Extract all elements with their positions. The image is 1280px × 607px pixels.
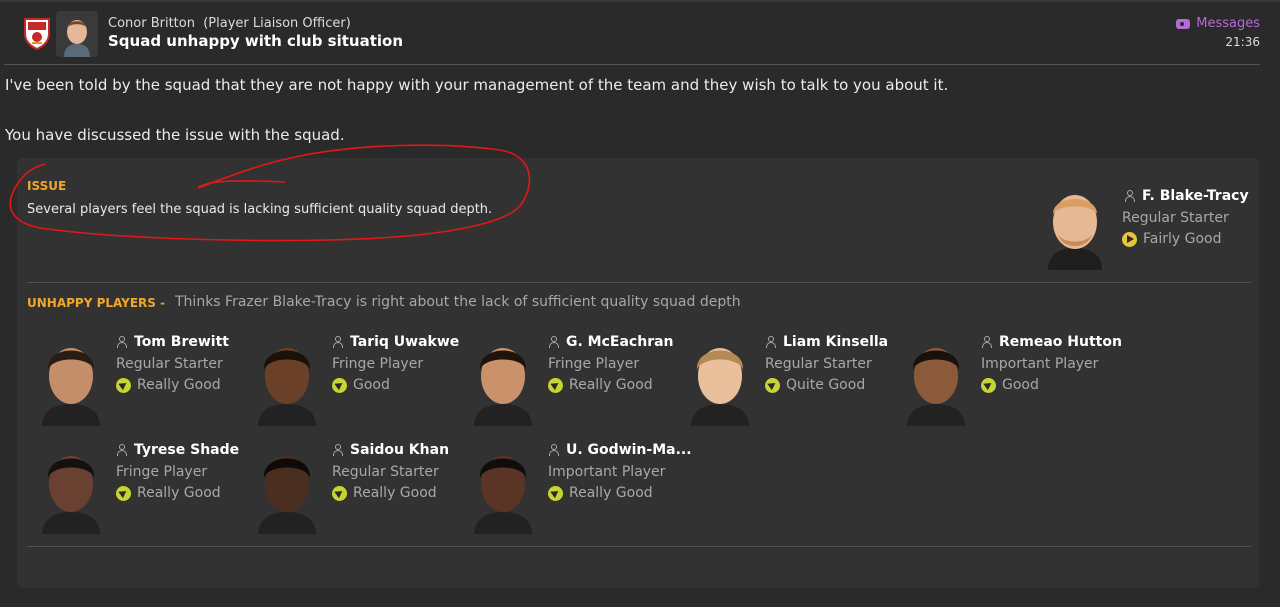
player-name[interactable]: U. Godwin-Ma... bbox=[548, 442, 692, 458]
player-rating: Good bbox=[332, 377, 390, 393]
player-photo bbox=[464, 442, 542, 534]
player-photo bbox=[248, 334, 326, 426]
player-rating: Quite Good bbox=[765, 377, 865, 393]
rating-arrow-icon bbox=[765, 377, 780, 393]
player-role: Regular Starter bbox=[332, 464, 439, 480]
player-rating: Good bbox=[981, 377, 1039, 393]
player-role: Important Player bbox=[981, 356, 1099, 372]
player-rating: Fairly Good bbox=[1122, 231, 1221, 247]
player-name[interactable]: Saidou Khan bbox=[332, 442, 449, 458]
header-divider bbox=[4, 64, 1260, 65]
player-rating: Really Good bbox=[548, 377, 653, 393]
featured-player[interactable]: F. Blake-Tracy Regular Starter Fairly Go… bbox=[1040, 184, 1255, 274]
person-icon bbox=[548, 444, 560, 456]
sender-avatar[interactable] bbox=[56, 11, 98, 57]
person-icon bbox=[332, 444, 344, 456]
player-card[interactable]: Remeao Hutton Important Player Good bbox=[897, 334, 1122, 426]
person-icon bbox=[981, 336, 993, 348]
player-rating: Really Good bbox=[116, 485, 221, 501]
player-card[interactable]: Tyrese Shade Fringe Player Really Good bbox=[32, 442, 242, 534]
section-divider bbox=[27, 282, 1251, 283]
player-role: Important Player bbox=[548, 464, 666, 480]
player-photo bbox=[681, 334, 759, 426]
messages-link[interactable]: Messages bbox=[1176, 16, 1260, 31]
rating-arrow-icon bbox=[116, 485, 131, 501]
rating-arrow-icon bbox=[548, 377, 563, 393]
player-rating: Really Good bbox=[548, 485, 653, 501]
rating-arrow-icon bbox=[332, 485, 347, 501]
issue-label: ISSUE bbox=[27, 179, 67, 193]
player-name[interactable]: F. Blake-Tracy bbox=[1124, 188, 1249, 204]
player-role: Regular Starter bbox=[116, 356, 223, 372]
issue-text: Several players feel the squad is lackin… bbox=[27, 202, 493, 217]
sender-name: Conor Britton bbox=[108, 16, 195, 31]
messages-label: Messages bbox=[1196, 16, 1260, 31]
club-crest-icon bbox=[22, 16, 52, 51]
player-photo bbox=[32, 334, 110, 426]
bottom-divider bbox=[27, 546, 1251, 547]
player-name[interactable]: Tom Brewitt bbox=[116, 334, 229, 350]
player-photo bbox=[464, 334, 542, 426]
message-time: 21:36 bbox=[1225, 35, 1260, 49]
player-card[interactable]: Tariq Uwakwe Fringe Player Good bbox=[248, 334, 459, 426]
player-role: Fringe Player bbox=[548, 356, 640, 372]
person-icon bbox=[332, 336, 344, 348]
player-role: Fringe Player bbox=[116, 464, 208, 480]
unhappy-players-description: Thinks Frazer Blake-Tracy is right about… bbox=[175, 294, 741, 310]
person-icon bbox=[548, 336, 560, 348]
player-card[interactable]: Tom Brewitt Regular Starter Really Good bbox=[32, 334, 242, 426]
player-name[interactable]: G. McEachran bbox=[548, 334, 674, 350]
sender-role: (Player Liaison Officer) bbox=[203, 16, 351, 31]
player-name[interactable]: Tariq Uwakwe bbox=[332, 334, 459, 350]
body-paragraph-1: I've been told by the squad that they ar… bbox=[5, 76, 949, 94]
player-photo bbox=[248, 442, 326, 534]
player-role: Fringe Player bbox=[332, 356, 424, 372]
player-name[interactable]: Remeao Hutton bbox=[981, 334, 1122, 350]
player-name[interactable]: Tyrese Shade bbox=[116, 442, 239, 458]
player-photo bbox=[1040, 184, 1110, 270]
player-photo bbox=[897, 334, 975, 426]
player-card[interactable]: Saidou Khan Regular Starter Really Good bbox=[248, 442, 458, 534]
unhappy-players-label: UNHAPPY PLAYERS - bbox=[27, 296, 166, 310]
player-photo bbox=[32, 442, 110, 534]
person-icon bbox=[765, 336, 777, 348]
rating-arrow-icon bbox=[981, 377, 996, 393]
player-card[interactable]: G. McEachran Fringe Player Really Good bbox=[464, 334, 674, 426]
rating-arrow-icon bbox=[1122, 231, 1137, 247]
player-role: Regular Starter bbox=[765, 356, 872, 372]
rating-arrow-icon bbox=[548, 485, 563, 501]
messages-icon bbox=[1176, 18, 1191, 29]
person-icon bbox=[116, 444, 128, 456]
sender-line: Conor Britton (Player Liaison Officer) bbox=[108, 16, 351, 31]
message-header: Conor Britton (Player Liaison Officer) S… bbox=[0, 0, 1280, 62]
person-icon bbox=[1124, 190, 1136, 202]
player-card[interactable]: U. Godwin-Ma... Important Player Really Go… bbox=[464, 442, 692, 534]
message-subject: Squad unhappy with club situation bbox=[108, 32, 404, 50]
body-paragraph-2: You have discussed the issue with the sq… bbox=[5, 126, 345, 144]
player-role: Regular Starter bbox=[1122, 210, 1229, 226]
player-rating: Really Good bbox=[332, 485, 437, 501]
player-name[interactable]: Liam Kinsella bbox=[765, 334, 888, 350]
rating-arrow-icon bbox=[116, 377, 131, 393]
person-icon bbox=[116, 336, 128, 348]
player-rating: Really Good bbox=[116, 377, 221, 393]
rating-arrow-icon bbox=[332, 377, 347, 393]
player-card[interactable]: Liam Kinsella Regular Starter Quite Good bbox=[681, 334, 891, 426]
